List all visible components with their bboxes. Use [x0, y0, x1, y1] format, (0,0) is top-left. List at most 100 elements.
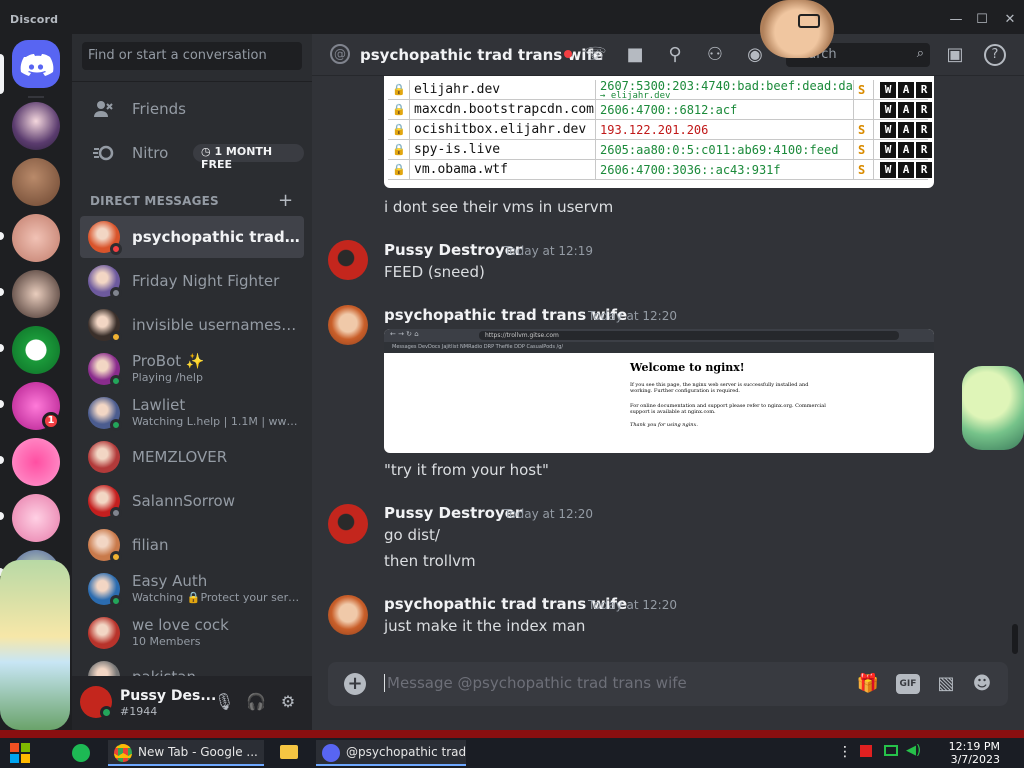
dm-item[interactable]: SalannSorrow [80, 480, 304, 522]
rail-divider [28, 96, 44, 98]
dm-item[interactable]: we love cock 10 Members [80, 612, 304, 654]
headset-icon[interactable]: 🎧 [246, 692, 266, 712]
taskbar-discord-task[interactable]: @psychopathic trad... [316, 740, 466, 766]
nitro-nav[interactable]: Nitro ◷ 1 MONTH FREE [80, 132, 304, 174]
system-clock[interactable]: 12:19 PM 3/7/2023 [938, 740, 1000, 766]
war-flag-tag: A [898, 102, 914, 118]
dm-item[interactable]: Lawliet Watching L.help | 1.1M | www.l... [80, 392, 304, 434]
message-text: go dist/ [384, 526, 440, 544]
table-cell-host: spy-is.live [410, 140, 596, 160]
dm-item[interactable]: filian [80, 524, 304, 566]
avatar [88, 441, 120, 473]
settings-icon[interactable]: ⚙ [278, 692, 298, 712]
volume-icon[interactable]: ◀) [906, 743, 921, 758]
unread-indicator [0, 400, 4, 408]
gift-icon[interactable]: 🎁 [856, 672, 880, 696]
lock-icon: 🔒 [388, 80, 410, 100]
file-explorer-icon[interactable] [280, 745, 298, 759]
user-tag: #1944 [120, 705, 158, 718]
dm-item[interactable]: ProBot ✨ Playing /help [80, 348, 304, 390]
lock-icon: 🔒 [388, 160, 410, 180]
dm-name: pakistan [132, 668, 300, 676]
message-input[interactable]: Message @psychopathic trad trans wife [384, 674, 687, 692]
avatar[interactable] [328, 305, 368, 345]
video-call-icon[interactable]: ■ [624, 44, 646, 66]
server-icon[interactable] [12, 494, 60, 542]
dm-activity: Watching 🔒Protect your serv... [132, 591, 300, 604]
war-flag-tag: A [898, 122, 914, 138]
dm-item[interactable]: MEMZLOVER [80, 436, 304, 478]
server-icon[interactable] [12, 438, 60, 486]
overflow-menu-icon[interactable]: ⋮ [838, 744, 852, 760]
message-list: 🔒 elijahr.dev 2607:5300:203:4740:bad:beef:… [312, 76, 1024, 658]
maximize-button[interactable]: ☐ [974, 12, 990, 28]
table-cell-ip: 2606:4700::6812:acf [600, 103, 738, 117]
nitro-icon [93, 145, 114, 161]
dm-item[interactable]: Easy Auth Watching 🔒Protect your serv... [80, 568, 304, 610]
desktop-sticker-image [0, 560, 70, 730]
help-icon[interactable]: ? [984, 44, 1006, 66]
nginx-image-attachment[interactable]: ← → ↻ ⌂ https://trollvm.gitse.com Messag… [384, 329, 934, 453]
message-text: then trollvm [384, 552, 476, 570]
username[interactable]: Pussy Des... [120, 688, 216, 704]
message-text: FEED (sneed) [384, 263, 485, 281]
create-dm-button[interactable]: + [278, 190, 293, 211]
table-cell-ip: 2607:5300:203:4740:bad:beef:dead:dad [600, 80, 854, 93]
attach-plus-icon[interactable]: + [344, 673, 366, 695]
add-friends-to-dm-icon[interactable]: ⚇ [704, 44, 726, 66]
chrome-icon [114, 744, 132, 762]
gif-button[interactable]: GIF [896, 674, 920, 694]
status-indicator [110, 375, 122, 387]
app-title: Discord [10, 13, 59, 26]
status-indicator [110, 507, 122, 519]
status-indicator [110, 595, 122, 607]
server-icon[interactable] [12, 214, 60, 262]
message-text: "try it from your host" [384, 461, 549, 479]
server-icon[interactable] [12, 158, 60, 206]
dm-name: invisible usernames ar... [132, 316, 300, 334]
home-button[interactable] [12, 40, 60, 88]
sticker-icon[interactable]: ▧ [934, 672, 958, 696]
dm-item[interactable]: psychopathic trad tra... [80, 216, 304, 258]
dm-search-input[interactable]: Find or start a conversation [82, 42, 302, 70]
network-icon[interactable] [884, 745, 898, 756]
flag-icon[interactable] [860, 745, 872, 757]
unread-indicator [0, 344, 4, 352]
dm-item[interactable]: Friday Night Fighter [80, 260, 304, 302]
taskbar-chrome-task[interactable]: New Tab - Google ... [108, 740, 264, 766]
lock-icon: 🔒 [388, 140, 410, 160]
microphone-icon[interactable]: 🎙 [214, 692, 234, 712]
pinned-messages-icon[interactable]: ⚲ [664, 44, 686, 66]
server-icon[interactable] [12, 326, 60, 374]
user-profile-icon[interactable]: ◉ [744, 44, 766, 66]
dm-item[interactable]: invisible usernames ar... [80, 304, 304, 346]
dm-item[interactable]: pakistan [80, 656, 304, 676]
scrollbar-thumb[interactable] [1012, 624, 1018, 654]
server-icon[interactable] [12, 270, 60, 318]
emoji-icon[interactable]: ☻ [970, 672, 994, 696]
inbox-icon[interactable]: ▣ [944, 44, 966, 66]
close-button[interactable]: ✕ [1002, 12, 1018, 28]
message-author[interactable]: Pussy Destroyer [384, 504, 522, 522]
dm-name: MEMZLOVER [132, 448, 228, 466]
title-bar: Discord — ☐ ✕ [0, 0, 1024, 34]
divider [72, 81, 312, 82]
unread-indicator [0, 232, 4, 240]
avatar[interactable] [328, 504, 368, 544]
message-text: i dont see their vms in uservm [384, 198, 614, 216]
server-icon[interactable] [12, 102, 60, 150]
table-image-attachment[interactable]: 🔒 elijahr.dev 2607:5300:203:4740:bad:beef:… [384, 76, 934, 188]
minimize-button[interactable]: — [948, 12, 964, 28]
message-author[interactable]: Pussy Destroyer [384, 241, 522, 259]
table-cell-host: maxcdn.bootstrapcdn.com [410, 100, 596, 120]
discord-logo-icon [20, 54, 54, 76]
friends-nav[interactable]: Friends [80, 88, 304, 130]
avatar[interactable] [328, 595, 368, 635]
voice-call-icon[interactable]: ☏ [584, 44, 607, 66]
avatar[interactable] [328, 240, 368, 280]
table-row: 🔒 ocishitbox.elijahr.dev 193.122.201.206 S W… [388, 120, 932, 140]
status-indicator [110, 331, 122, 343]
table-cell-s-flag: S [854, 80, 874, 100]
windows-start-icon[interactable] [10, 743, 30, 763]
spotify-icon[interactable] [72, 744, 90, 762]
